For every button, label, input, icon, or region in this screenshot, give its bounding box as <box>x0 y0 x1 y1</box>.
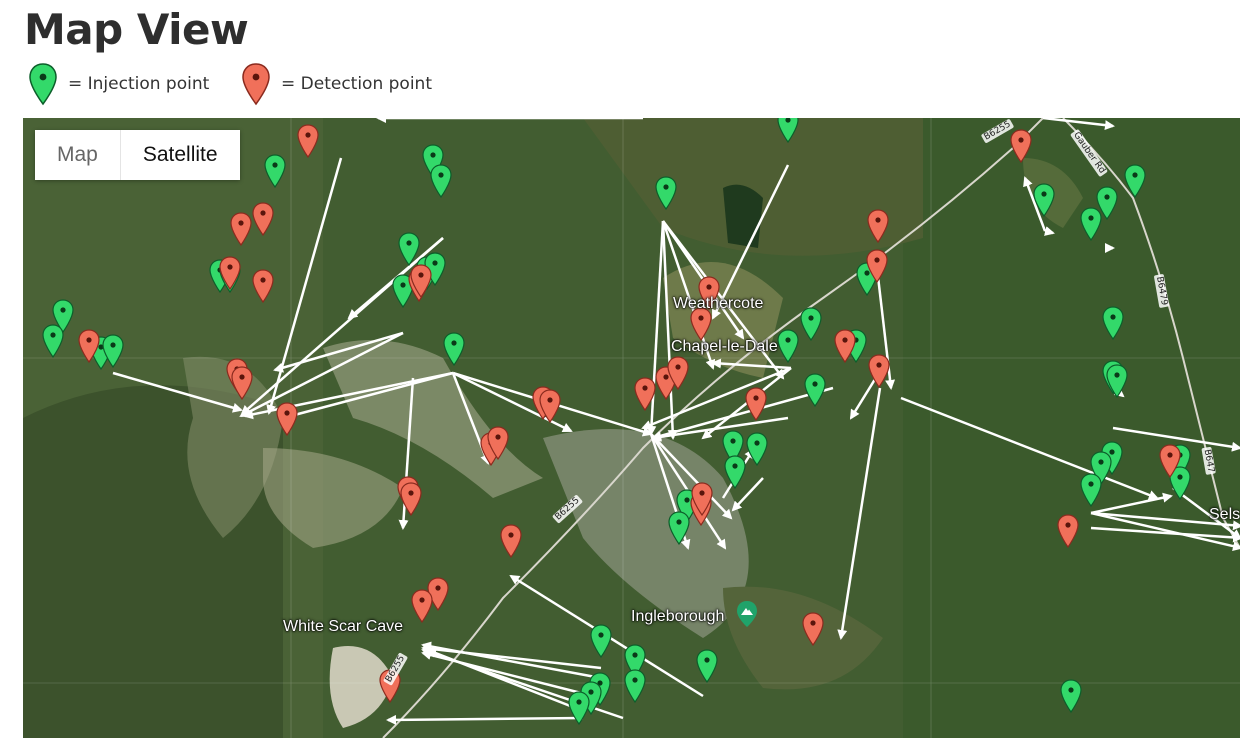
place-weathercote: Weathercote <box>673 295 764 312</box>
map-type-satellite-button[interactable]: Satellite <box>120 130 240 180</box>
legend-injection: = Injection point <box>28 62 209 106</box>
mountain-peak-icon <box>737 601 757 627</box>
legend-detection-label: = Detection point <box>281 74 432 94</box>
satellite-terrain <box>23 118 1240 738</box>
map-type-toggle[interactable]: Map Satellite <box>35 130 240 180</box>
page-title: Map View <box>24 5 249 54</box>
place-ingleborough: Ingleborough <box>631 608 725 625</box>
place-white-scar-cave: White Scar Cave <box>283 618 404 635</box>
place-selside: Sels <box>1209 506 1240 523</box>
legend-injection-label: = Injection point <box>68 74 210 94</box>
green-map-marker-icon <box>29 63 57 106</box>
legend-detection: = Detection point <box>241 62 432 106</box>
place-chapel-le-dale: Chapel-le-Dale <box>671 338 778 355</box>
red-map-marker-icon <box>242 63 270 106</box>
map-type-map-button[interactable]: Map <box>35 130 120 180</box>
satellite-map[interactable]: Map Satellite White Scar Cave Ingleborou… <box>23 118 1240 738</box>
